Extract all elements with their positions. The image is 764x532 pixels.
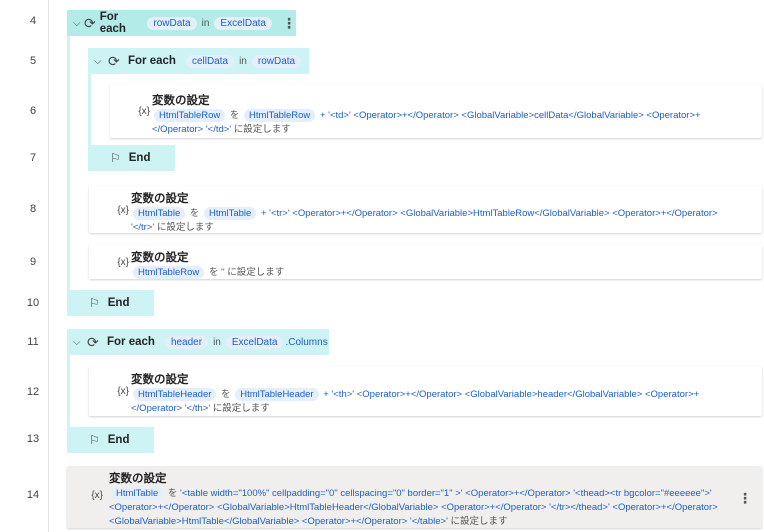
loop-rail <box>88 74 91 147</box>
loop-rail <box>67 355 70 429</box>
more-icon[interactable]: ⋮ <box>738 490 752 507</box>
description-text: を <box>229 110 240 121</box>
variable-pill: ExcelData <box>214 16 272 30</box>
loop-icon: ⟳ <box>108 52 120 69</box>
action-description: HtmlTable を HtmlTable + '<tr>' <Operator… <box>131 207 742 235</box>
action-title: 変数の設定 <box>152 95 210 107</box>
line-number: 13 <box>26 433 40 445</box>
action-description: HtmlTableHeader を HtmlTableHeader + '<th… <box>131 388 742 416</box>
for-each-label: For each <box>99 11 126 35</box>
action-title: 変数の設定 <box>109 473 167 485</box>
end-label: End <box>107 297 130 309</box>
line-number: 5 <box>29 55 37 67</box>
line-number: 8 <box>29 203 37 215</box>
for-each-celldata[interactable]: ⌵ ⟳ For each cellData in rowData <box>88 48 309 74</box>
property-suffix: .Columns <box>285 336 328 348</box>
variable-pill: cellData <box>185 54 235 68</box>
flag-icon: ⚐ <box>89 433 100 447</box>
variable-pill: HtmlTable <box>204 207 257 220</box>
variable-icon: {x} <box>117 257 129 268</box>
loop-icon: ⟳ <box>84 14 96 31</box>
line-number: 11 <box>27 336 39 348</box>
line-number: 10 <box>26 297 40 309</box>
line-number: 6 <box>29 105 37 117</box>
chevron-down-icon[interactable]: ⌵ <box>73 337 87 348</box>
description-text: に設定します <box>212 403 270 414</box>
variable-pill: header <box>164 335 209 349</box>
action-title: 変数の設定 <box>131 374 189 386</box>
description-text: を <box>189 208 200 219</box>
expression-text: '<table width="100%" cellpadding="0" cel… <box>109 488 718 527</box>
chevron-down-icon[interactable]: ⌵ <box>73 18 84 29</box>
loop-rail <box>67 36 70 292</box>
line-number: 7 <box>29 152 37 164</box>
line-number: 4 <box>29 15 37 27</box>
variable-pill: HtmlTableHeader <box>133 388 217 401</box>
for-each-header[interactable]: ⌵ ⟳ For each header in ExcelData .Columns <box>67 329 329 355</box>
set-variable-action[interactable]: {x} 変数の設定 HtmlTable を HtmlTable + '<tr>'… <box>89 186 762 233</box>
variable-pill: rowData <box>147 16 197 30</box>
line-number: 14 <box>26 489 40 501</box>
set-variable-action[interactable]: {x} 変数の設定 HtmlTableRow を '' に設定します <box>89 245 762 279</box>
variable-icon: {x} <box>117 205 129 216</box>
end-label: End <box>107 434 130 446</box>
variable-pill: HtmlTableRow <box>244 109 316 122</box>
variable-pill: HtmlTable <box>133 207 186 220</box>
line-number: 12 <box>26 386 40 398</box>
end-label: End <box>128 152 151 164</box>
action-description: HtmlTableRow を '' に設定します <box>131 266 742 280</box>
action-title: 変数の設定 <box>131 252 189 264</box>
description-text: を <box>221 389 231 400</box>
set-variable-action[interactable]: {x} 変数の設定 HtmlTableHeader を HtmlTableHea… <box>89 366 762 416</box>
variable-pill: HtmlTableRow <box>133 266 205 279</box>
for-each-label: For each <box>107 336 155 348</box>
line-number: 9 <box>29 256 37 268</box>
variable-icon: {x} <box>91 490 103 501</box>
end-loop[interactable]: ⚐ End <box>88 145 175 171</box>
variable-pill: HtmlTableHeader <box>235 388 319 401</box>
flag-icon: ⚐ <box>110 151 121 165</box>
set-variable-action[interactable]: {x} 変数の設定 HtmlTableRow を HtmlTableRow + … <box>110 84 762 138</box>
description-text: を '' に設定します <box>208 267 285 278</box>
action-description: HtmlTable を '<table width="100%" cellpad… <box>109 487 738 529</box>
variable-pill: HtmlTable <box>111 487 164 500</box>
in-label: in <box>213 336 221 348</box>
action-description: HtmlTableRow を HtmlTableRow + '<td>' <Op… <box>152 109 742 137</box>
variable-pill: HtmlTableRow <box>154 109 226 122</box>
description-text: に設定します <box>156 222 214 233</box>
variable-icon: {x} <box>138 106 150 117</box>
chevron-down-icon[interactable]: ⌵ <box>94 56 108 67</box>
in-label: in <box>239 55 247 67</box>
more-icon[interactable]: ⋮ <box>282 15 296 32</box>
variable-pill: ExcelData <box>225 335 284 349</box>
set-variable-action-selected[interactable]: {x} 変数の設定 HtmlTable を '<table width="100… <box>67 466 762 528</box>
end-loop[interactable]: ⚐ End <box>67 290 154 316</box>
for-each-label: For each <box>128 55 176 67</box>
action-title: 変数の設定 <box>131 193 189 205</box>
loop-icon: ⟳ <box>87 333 99 350</box>
description-text: に設定します <box>450 516 508 527</box>
variable-pill: rowData <box>251 54 302 68</box>
end-loop[interactable]: ⚐ End <box>67 427 154 453</box>
for-each-rowdata[interactable]: ⌵ ⟳ For each rowData in ExcelData ⋮ <box>67 10 296 36</box>
description-text: に設定します <box>233 124 291 135</box>
description-text: を <box>167 488 178 499</box>
flag-icon: ⚐ <box>89 296 100 310</box>
in-label: in <box>201 17 210 29</box>
variable-icon: {x} <box>117 386 129 397</box>
